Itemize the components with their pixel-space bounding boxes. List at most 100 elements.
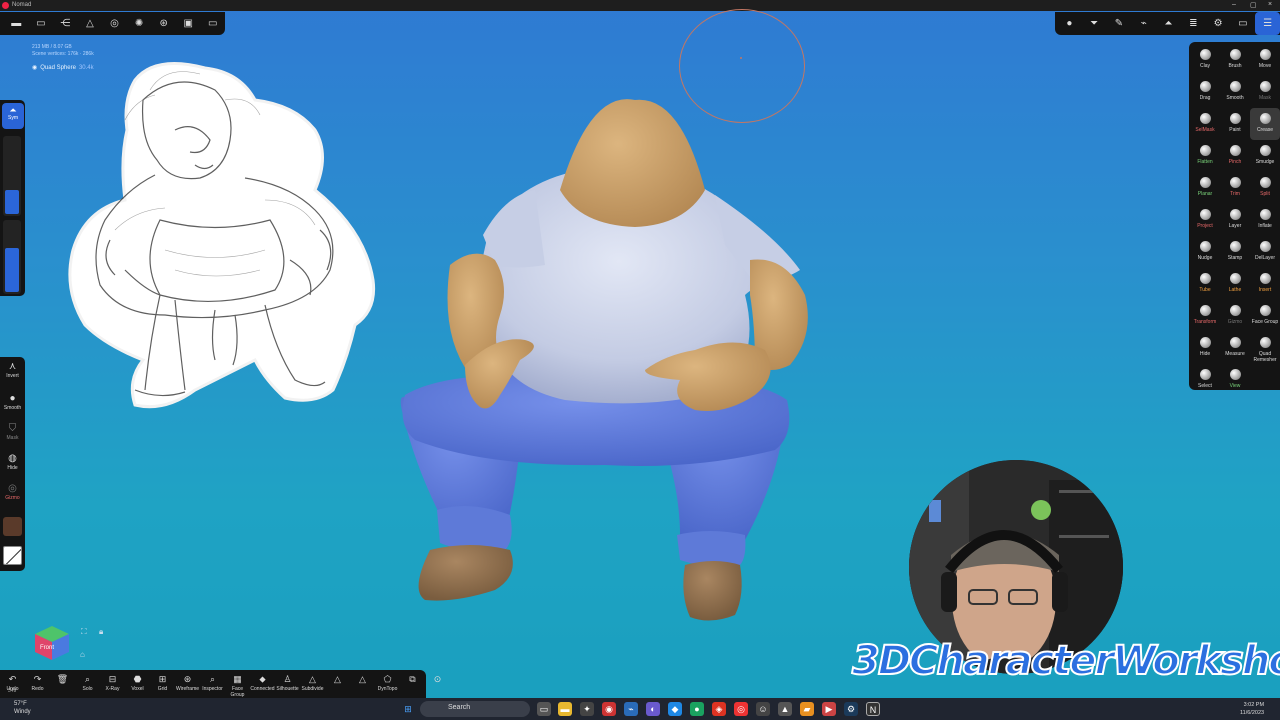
tool-crease[interactable]: Crease	[1250, 108, 1280, 140]
tool-transform[interactable]: Transform	[1190, 300, 1220, 332]
app-icon-1[interactable]: ✦	[580, 702, 594, 716]
duplicate-button[interactable]: ⧉	[400, 673, 425, 686]
hide-button[interactable]: ◍ Hide	[0, 453, 25, 471]
nomad-taskbar-icon[interactable]: N	[866, 702, 880, 716]
app-icon-6[interactable]: ●	[690, 702, 704, 716]
tool-quad-remesher[interactable]: Quad Remesher	[1250, 332, 1280, 364]
tool-lathe[interactable]: Lathe	[1220, 268, 1250, 300]
material-sphere-icon[interactable]: ●	[1057, 12, 1082, 35]
image-icon[interactable]: ▣	[176, 12, 201, 35]
app-icon-11[interactable]: ▶	[822, 702, 836, 716]
symmetry-icon[interactable]: ⏶	[1156, 12, 1181, 35]
home-icon[interactable]: ⌂	[80, 650, 85, 659]
solo-button[interactable]: ⌕ Solo	[75, 673, 100, 692]
tool-insert[interactable]: Insert	[1250, 268, 1280, 300]
redo-button[interactable]: ↷ Redo	[25, 673, 50, 692]
undo-button[interactable]: ↶ Undo	[0, 673, 25, 692]
delete-button[interactable]: 🗑︎	[50, 673, 75, 686]
mesh-icon[interactable]: △	[78, 12, 103, 35]
material-icon[interactable]: ◎	[102, 12, 127, 35]
app-icon-9[interactable]: ▲	[778, 702, 792, 716]
app-icon-10[interactable]: ▰	[800, 702, 814, 716]
tool-pinch[interactable]: Pinch	[1220, 140, 1250, 172]
folder-icon[interactable]: ▭	[29, 12, 54, 35]
settings-icon[interactable]: ⚙	[1206, 12, 1231, 35]
tool-dellayer[interactable]: DelLayer	[1250, 236, 1280, 268]
light-icon[interactable]: ✺	[127, 12, 152, 35]
tool-layer[interactable]: Layer	[1220, 204, 1250, 236]
intensity-slider[interactable]	[3, 220, 21, 294]
start-icon[interactable]: ⊞	[401, 702, 415, 716]
x-ray-button[interactable]: ⊟ X-Ray	[100, 673, 125, 692]
taskbar-search[interactable]: Search	[420, 701, 530, 717]
subdivide-button[interactable]: △ Subdivide	[300, 673, 325, 692]
tool-clay[interactable]: Clay	[1190, 44, 1220, 76]
remesh-button[interactable]: △	[350, 673, 375, 686]
mask-button[interactable]: ⛉ Mask	[0, 423, 25, 441]
view-cube[interactable]	[33, 624, 71, 662]
fullscreen-icon[interactable]: ⛶	[81, 627, 87, 637]
menu-icon[interactable]: ▬	[4, 12, 29, 35]
tool-drag[interactable]: Drag	[1190, 76, 1220, 108]
app-icon-3[interactable]: ⌁	[624, 702, 638, 716]
gizmo-button[interactable]: ◎ Gizmo	[0, 483, 25, 501]
filter-icon[interactable]: ⏷	[1082, 12, 1107, 35]
tool-view[interactable]: View	[1220, 364, 1250, 396]
chrome-icon[interactable]: ◎	[734, 702, 748, 716]
wireframe-button[interactable]: ⊛ Wireframe	[175, 673, 200, 692]
tool-face-group[interactable]: Face Group	[1250, 300, 1280, 332]
tool-hide[interactable]: Hide	[1190, 332, 1220, 364]
face-group-button[interactable]: ▦ Face Group	[225, 673, 250, 698]
tool-trim[interactable]: Trim	[1220, 172, 1250, 204]
silhouette-button[interactable]: ♙ Silhouette	[275, 673, 300, 692]
tool-measure[interactable]: Measure	[1220, 332, 1250, 364]
voxel-button[interactable]: ⬣ Voxel	[125, 673, 150, 692]
postprocess-icon[interactable]: ⊛	[151, 12, 176, 35]
tool-select[interactable]: Select	[1190, 364, 1220, 396]
tool-tube[interactable]: Tube	[1190, 268, 1220, 300]
taskview-icon[interactable]: ▭	[537, 702, 551, 716]
layers-icon[interactable]: ≣	[1181, 12, 1206, 35]
tool-nudge[interactable]: Nudge	[1190, 236, 1220, 268]
app-icon-8[interactable]: ☺	[756, 702, 770, 716]
minimize-icon[interactable]: –	[1232, 1, 1236, 8]
tool-inflate[interactable]: Inflate	[1250, 204, 1280, 236]
dyntopo-button[interactable]: ⬠ DynTopo	[375, 673, 400, 692]
inspector-button[interactable]: ⌕ Inspector	[200, 673, 225, 692]
lock-icon[interactable]: 🔒︎	[99, 627, 103, 637]
tool-paint[interactable]: Paint	[1220, 108, 1250, 140]
menu-toggle-icon[interactable]: ☰	[1255, 12, 1280, 35]
tool-mask[interactable]: Mask	[1250, 76, 1280, 108]
explorer-icon[interactable]: ▬	[558, 702, 572, 716]
tools-panel-icon[interactable]: ▭	[1230, 12, 1255, 35]
tool-flatten[interactable]: Flatten	[1190, 140, 1220, 172]
tool-project[interactable]: Project	[1190, 204, 1220, 236]
invert-button[interactable]: ⋏ Invert	[0, 361, 25, 379]
tool-move[interactable]: Move	[1250, 44, 1280, 76]
interface-icon[interactable]: ▭	[201, 12, 226, 35]
tool-gizmo[interactable]: Gizmo	[1220, 300, 1250, 332]
close-icon[interactable]: ×	[1268, 1, 1272, 8]
stroke-icon[interactable]: ⌁	[1131, 12, 1156, 35]
connected-button[interactable]: ⬥ Connected	[250, 673, 275, 692]
tool-selmask[interactable]: SelMask	[1190, 108, 1220, 140]
tool-smudge[interactable]: Smudge	[1250, 140, 1280, 172]
grid-button[interactable]: ⊞ Grid	[150, 673, 175, 692]
steam-icon[interactable]: ⚙	[844, 702, 858, 716]
radius-slider[interactable]	[3, 136, 21, 216]
eye-icon[interactable]: ◉	[32, 64, 37, 71]
material-swatch[interactable]	[3, 517, 22, 536]
system-clock[interactable]: 3:02 PM 11/6/2023	[1240, 701, 1264, 717]
scene-icon[interactable]: ⋲	[53, 12, 78, 35]
instance-button[interactable]: ⊙	[425, 673, 450, 686]
reverse-button[interactable]: △	[325, 673, 350, 686]
app-icon-2[interactable]: ◉	[602, 702, 616, 716]
tool-planar[interactable]: Planar	[1190, 172, 1220, 204]
tool-smooth[interactable]: Smooth	[1220, 76, 1250, 108]
maximize-icon[interactable]: ▢	[1250, 1, 1257, 9]
app-icon-5[interactable]: ◆	[668, 702, 682, 716]
weather-widget[interactable]: 57°F Windy	[14, 700, 31, 716]
tool-brush[interactable]: Brush	[1220, 44, 1250, 76]
smooth-button[interactable]: ● Smooth	[0, 393, 25, 411]
tool-stamp[interactable]: Stamp	[1220, 236, 1250, 268]
